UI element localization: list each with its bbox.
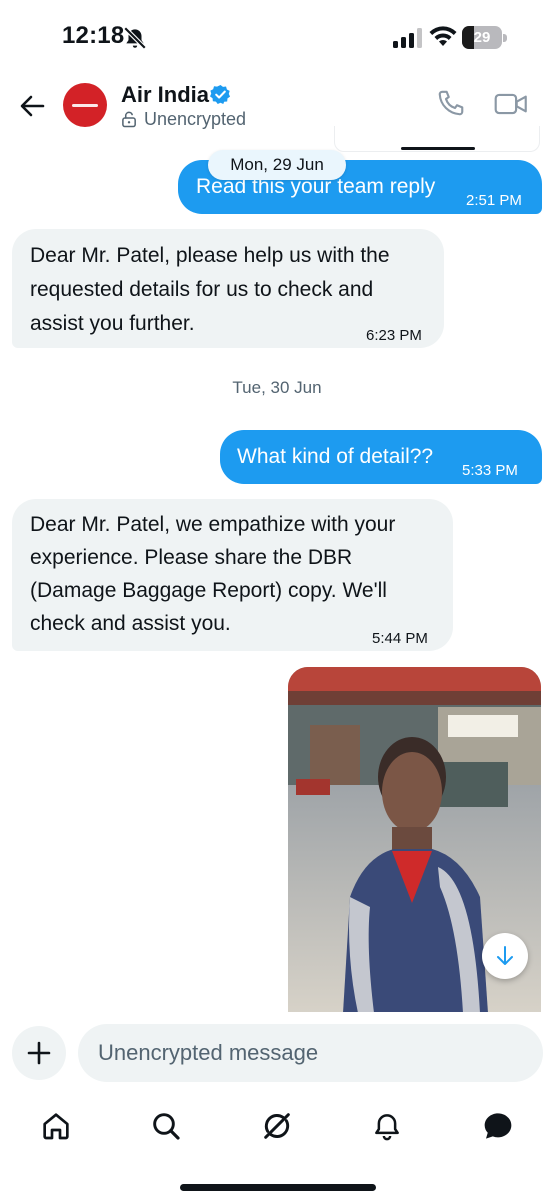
nav-messages[interactable] xyxy=(478,1106,518,1146)
add-attachment-button[interactable] xyxy=(12,1026,66,1080)
unlock-icon xyxy=(122,111,136,128)
bottom-navigation xyxy=(0,1098,554,1200)
incoming-message[interactable]: Dear Mr. Patel, please help us with the … xyxy=(12,229,444,348)
message-line: (Damage Baggage Report) copy. We'll xyxy=(30,579,387,602)
cellular-signal-icon xyxy=(393,28,422,48)
back-button[interactable] xyxy=(14,88,50,124)
date-separator: Tue, 30 Jun xyxy=(232,378,322,397)
message-text: Dear Mr. Patel, we empathize with your e… xyxy=(30,508,395,640)
message-line: experience. Please share the DBR xyxy=(30,546,353,569)
message-text: What kind of detail?? xyxy=(237,445,434,468)
incoming-message[interactable]: Dear Mr. Patel, we empathize with your e… xyxy=(12,499,453,651)
arrow-left-icon xyxy=(20,95,45,117)
message-line: check and assist you. xyxy=(30,612,231,635)
nav-search[interactable] xyxy=(146,1106,186,1146)
video-call-button[interactable] xyxy=(494,90,530,120)
home-indicator xyxy=(180,1184,376,1191)
voice-call-button[interactable] xyxy=(436,88,468,120)
phone-icon xyxy=(438,90,464,116)
plus-icon xyxy=(27,1041,51,1065)
search-icon xyxy=(153,1113,180,1140)
avatar[interactable] xyxy=(63,83,107,127)
bell-off-icon xyxy=(123,26,147,50)
video-camera-icon xyxy=(494,93,527,115)
status-time: 12:18 xyxy=(62,22,125,49)
message-time: 5:44 PM xyxy=(372,630,428,647)
message-line: Dear Mr. Patel, please help us with the xyxy=(30,244,390,267)
date-chip-sticky: Mon, 29 Jun xyxy=(208,150,346,180)
contact-name[interactable]: Air India xyxy=(121,82,209,108)
grok-icon xyxy=(264,1113,290,1139)
message-composer xyxy=(0,1012,554,1098)
message-text: Dear Mr. Patel, please help us with the … xyxy=(30,239,390,341)
battery-indicator: 29 xyxy=(462,26,508,50)
battery-level: 29 xyxy=(473,29,491,46)
message-time: 2:51 PM xyxy=(466,192,522,209)
notifications-icon xyxy=(375,1114,399,1141)
message-time: 6:23 PM xyxy=(366,327,422,344)
home-icon xyxy=(43,1113,69,1140)
messages-icon xyxy=(484,1113,512,1139)
air-india-logo-icon xyxy=(72,103,98,107)
message-line: Dear Mr. Patel, we empathize with your xyxy=(30,513,396,536)
encryption-label: Unencrypted xyxy=(144,108,247,129)
status-bar: 12:18 29 xyxy=(0,0,554,72)
message-time: 5:33 PM xyxy=(462,462,518,479)
encryption-status: Unencrypted xyxy=(121,108,246,130)
message-line: assist you further. xyxy=(30,312,195,335)
arrow-down-icon xyxy=(497,946,513,965)
wifi-icon xyxy=(429,26,457,46)
message-line: requested details for us to check and xyxy=(30,278,374,301)
nav-notifications[interactable] xyxy=(367,1106,407,1146)
verified-badge-icon xyxy=(210,84,231,105)
message-input[interactable] xyxy=(78,1024,543,1082)
tab-underline xyxy=(401,147,475,150)
outgoing-message[interactable]: What kind of detail?? 5:33 PM xyxy=(220,430,542,484)
nav-grok[interactable] xyxy=(257,1106,297,1146)
nav-home[interactable] xyxy=(36,1106,76,1146)
scroll-to-bottom-button[interactable] xyxy=(482,933,528,979)
